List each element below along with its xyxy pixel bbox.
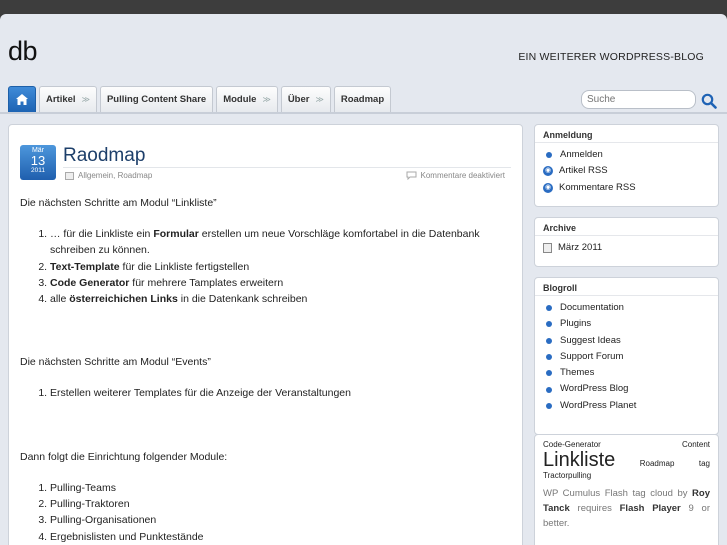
post-meta-divider [63, 167, 511, 168]
nav-item-label: Artikel [46, 94, 76, 105]
widget-title: Anmeldung [535, 125, 718, 143]
widget-list: Documentation Plugins Suggest Ideas Supp… [535, 296, 718, 418]
list-item[interactable]: ◉ Kommentare RSS [543, 180, 710, 196]
list-item[interactable]: Documentation [543, 300, 710, 316]
nav-item-module[interactable]: Module ≫ [216, 86, 278, 112]
page: db EIN WEITERER WORDPRESS-BLOG Artikel ≫… [0, 14, 727, 545]
nav-item-pulling-content-share[interactable]: Pulling Content Share [99, 86, 214, 112]
bullet-icon [546, 354, 552, 361]
tag-link[interactable]: Tractorpulling [543, 471, 591, 480]
list-item[interactable]: Themes [543, 365, 710, 381]
comment-icon [406, 171, 417, 180]
bullet-icon [546, 370, 552, 377]
paragraph: Die nächsten Schritte am Modul “Events” [20, 356, 211, 369]
events-steps-list: Erstellen weiterer Templates für die Anz… [50, 385, 510, 401]
list-item[interactable]: WordPress Blog [543, 381, 710, 397]
bullet-icon [546, 386, 552, 393]
widget-list: Anmelden ◉ Artikel RSS ◉ Kommentare RSS [535, 143, 718, 200]
tag-link[interactable]: tag [699, 459, 710, 468]
nav-item-label: Über [287, 94, 310, 105]
list-item: alle österreichichen Links in die Datenk… [50, 291, 510, 307]
linkliste-steps-list: … für die Linkliste ein Formular erstell… [50, 226, 510, 307]
tag-link[interactable]: Roadmap [640, 459, 675, 468]
rss-icon: ◉ [543, 182, 553, 193]
browser-top-bar [0, 0, 727, 14]
list-item: Pulling-Organisationen [50, 512, 510, 528]
site-tagline: EIN WEITERER WORDPRESS-BLOG [518, 51, 704, 63]
list-item[interactable]: März 2011 [543, 240, 710, 256]
nav-item-label: Roadmap [340, 94, 385, 105]
tag-cloud: Code-Generator Content Linkliste Roadmap… [535, 435, 718, 536]
tag-link[interactable]: Content [682, 440, 710, 449]
home-icon [16, 94, 28, 105]
tag-link[interactable]: Linkliste [543, 449, 615, 471]
nav-divider [0, 112, 727, 114]
list-item[interactable]: Support Forum [543, 349, 710, 365]
nav-item-ueber[interactable]: Über ≫ [280, 86, 331, 112]
post-comments-text: Kommentare deaktiviert [420, 171, 505, 180]
chevron-down-icon: ≫ [315, 95, 324, 104]
nav-home[interactable] [8, 86, 36, 112]
chevron-down-icon: ≫ [81, 95, 90, 104]
list-item: Pulling-Traktoren [50, 496, 510, 512]
post-date-day: 13 [30, 153, 46, 168]
bullet-icon [546, 321, 552, 328]
paragraph: Die nächsten Schritte am Modul “Linklist… [20, 197, 217, 209]
list-item: Ergebnislisten und Punktestände [50, 529, 510, 545]
modules-list: Pulling-Teams Pulling-Traktoren Pulling-… [50, 480, 510, 545]
search-icon[interactable] [701, 93, 717, 109]
tag-link[interactable]: Code-Generator [543, 440, 601, 449]
calendar-icon [543, 243, 552, 254]
post-date-year: 2011 [31, 167, 45, 174]
post-categories: Allgemein, Roadmap [65, 171, 152, 180]
post-content: Die nächsten Schritte am Modul “Linklist… [20, 195, 510, 545]
widget-tag-cloud: Code-Generator Content Linkliste Roadmap… [534, 434, 719, 545]
widget-archive: Archive März 2011 [534, 217, 719, 267]
paragraph: Dann folgt die Einrichtung folgender Mod… [20, 450, 228, 463]
folder-icon [65, 171, 74, 180]
bullet-icon [546, 402, 552, 409]
flash-player-link[interactable]: Flash Player [620, 503, 681, 514]
list-item[interactable]: Suggest Ideas [543, 333, 710, 349]
bullet-icon [546, 152, 552, 159]
list-item: Code Generator für mehrere Tamplates erw… [50, 275, 510, 291]
search-input[interactable] [581, 90, 696, 109]
list-item: Text-Template für die Linkliste fertigst… [50, 259, 510, 275]
post-date-badge: Mär 13 2011 [20, 145, 56, 180]
list-item[interactable]: Plugins [543, 316, 710, 332]
site-logo[interactable]: db [8, 36, 38, 67]
list-item: Pulling-Teams [50, 480, 510, 496]
widget-title: Blogroll [535, 278, 718, 296]
list-item[interactable]: ◉ Artikel RSS [543, 163, 710, 179]
list-item[interactable]: Anmelden [543, 147, 710, 163]
bullet-icon [546, 305, 552, 312]
main-nav: Artikel ≫ Pulling Content Share Module ≫… [8, 86, 392, 112]
rss-icon: ◉ [543, 166, 553, 177]
post-categories-text[interactable]: Allgemein, Roadmap [78, 171, 152, 180]
nav-item-roadmap[interactable]: Roadmap [333, 86, 392, 112]
widget-title: Archive [535, 218, 718, 236]
nav-item-label: Pulling Content Share [106, 94, 207, 105]
post-article: Mär 13 2011 Raodmap Allgemein, Roadmap K… [8, 124, 523, 545]
list-item: … für die Linkliste ein Formular erstell… [50, 226, 510, 259]
wp-cumulus-credit: WP Cumulus Flash tag cloud by Roy Tanck … [543, 488, 710, 529]
nav-item-artikel[interactable]: Artikel ≫ [39, 86, 97, 112]
widget-anmeldung: Anmeldung Anmelden ◉ Artikel RSS ◉ Komment… [534, 124, 719, 207]
widget-list: März 2011 [535, 236, 718, 260]
list-item[interactable]: WordPress Planet [543, 398, 710, 414]
nav-item-label: Module [223, 94, 257, 105]
post-comments: Kommentare deaktiviert [406, 171, 505, 180]
chevron-down-icon: ≫ [262, 95, 271, 104]
post-title[interactable]: Raodmap [63, 145, 145, 167]
list-item: Erstellen weiterer Templates für die Anz… [50, 385, 510, 401]
widget-blogroll: Blogroll Documentation Plugins Suggest I… [534, 277, 719, 435]
bullet-icon [546, 337, 552, 344]
